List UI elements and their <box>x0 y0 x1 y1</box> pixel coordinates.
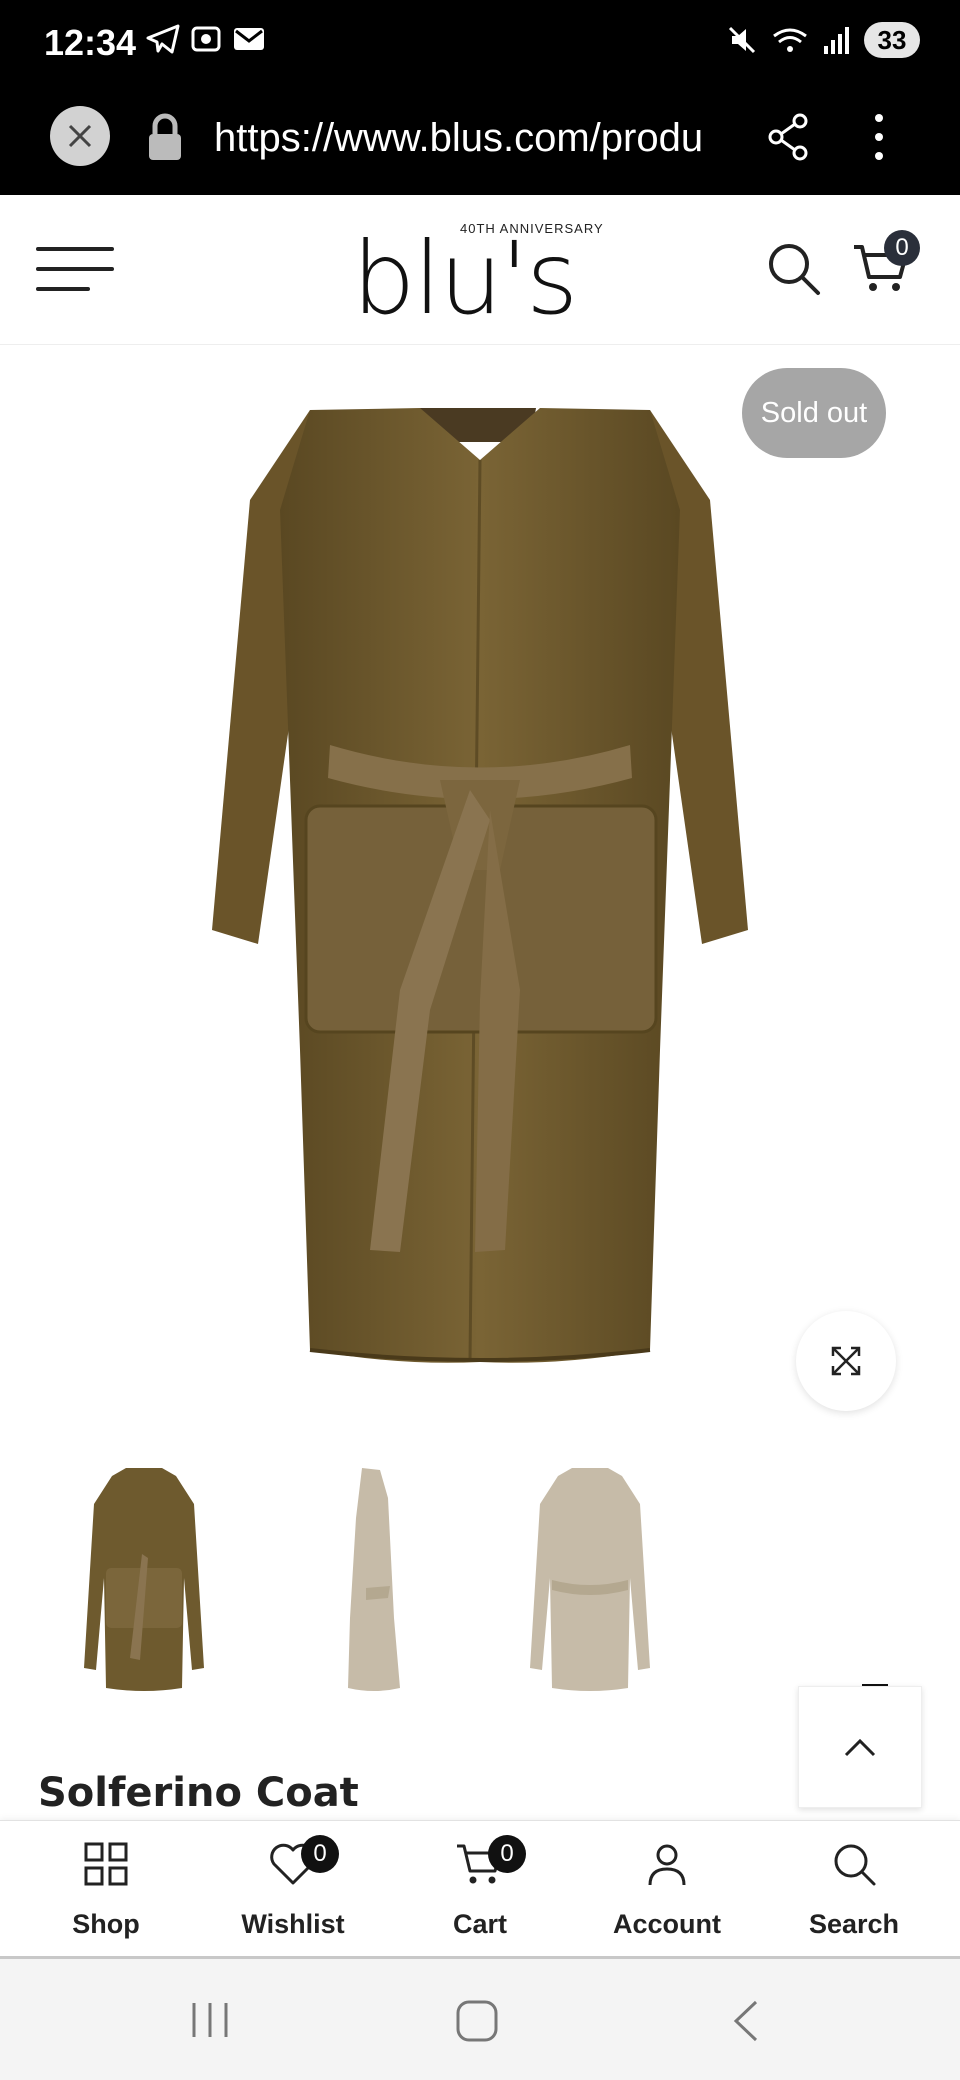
recent-apps-icon[interactable] <box>188 1999 232 2041</box>
product-main-image[interactable] <box>0 350 960 1390</box>
zoom-button[interactable] <box>796 1311 896 1411</box>
nav-label-account: Account <box>613 1909 721 1939</box>
lock-icon <box>149 113 181 160</box>
menu-line <box>36 287 90 291</box>
site-logo[interactable]: 40TH ANNIVERSARY blu's <box>352 221 614 329</box>
status-time: 12:34 <box>44 22 137 63</box>
nav-item-wishlist[interactable]: 0 Wishlist <box>213 1821 373 1957</box>
nav-item-shop[interactable]: Shop <box>26 1821 186 1957</box>
header-cart-count: 0 <box>884 230 920 266</box>
close-tab-button[interactable] <box>50 106 110 166</box>
wishlist-count-badge: 0 <box>301 1835 339 1873</box>
cart-count-badge: 0 <box>488 1835 526 1873</box>
nav-label-wishlist: Wishlist <box>241 1909 345 1939</box>
scroll-to-top-button[interactable] <box>798 1686 922 1808</box>
nav-label-cart: Cart <box>452 1909 507 1939</box>
share-icon[interactable] <box>766 112 810 162</box>
nav-label-shop: Shop <box>72 1909 140 1939</box>
header-search-icon[interactable] <box>766 241 822 297</box>
screenshot-icon <box>191 26 221 52</box>
more-options-icon[interactable] <box>866 112 892 162</box>
url-bar[interactable]: https://www.blus.com/produ <box>214 110 734 166</box>
status-bar: 12:34 33 <box>0 0 960 90</box>
site-header: 40TH ANNIVERSARY blu's 0 <box>0 195 960 345</box>
product-title: Solferino Coat <box>38 1770 359 1816</box>
nav-item-search[interactable]: Search <box>774 1821 934 1957</box>
back-icon[interactable] <box>730 1999 760 2043</box>
battery-indicator: 33 <box>864 22 920 58</box>
mute-icon <box>728 26 756 54</box>
notification-icons <box>146 24 266 54</box>
menu-line <box>36 247 114 251</box>
expand-icon <box>831 1346 861 1376</box>
thumbnail-strip <box>0 1458 960 1698</box>
sold-out-badge: Sold out <box>742 368 886 458</box>
menu-line <box>36 267 114 271</box>
nav-item-account[interactable]: Account <box>587 1821 747 1957</box>
signal-icon <box>824 27 849 54</box>
bottom-navigation: Shop 0 Wishlist 0 Cart Account Search <box>0 1820 960 1956</box>
system-navigation-bar <box>0 1959 960 2080</box>
close-icon <box>68 124 92 148</box>
logo-text: blu's <box>352 220 578 337</box>
nav-label-search: Search <box>808 1909 900 1939</box>
user-icon <box>648 1844 686 1886</box>
mail-icon <box>234 28 264 50</box>
chevron-up-icon <box>844 1738 876 1757</box>
wifi-icon <box>773 28 807 52</box>
thumbnail-front-olive[interactable] <box>44 1458 244 1698</box>
menu-button[interactable] <box>36 247 114 291</box>
thumbnail-front-beige[interactable] <box>490 1458 690 1698</box>
search-icon <box>834 1844 876 1886</box>
grid-icon <box>84 1842 128 1886</box>
home-icon[interactable] <box>455 1999 499 2043</box>
nav-item-cart[interactable]: 0 Cart <box>400 1821 560 1957</box>
status-right: 33 <box>726 22 920 58</box>
browser-toolbar: https://www.blus.com/produ <box>0 90 960 195</box>
thumbnail-side-beige[interactable] <box>270 1458 470 1698</box>
telegram-icon <box>146 24 180 54</box>
